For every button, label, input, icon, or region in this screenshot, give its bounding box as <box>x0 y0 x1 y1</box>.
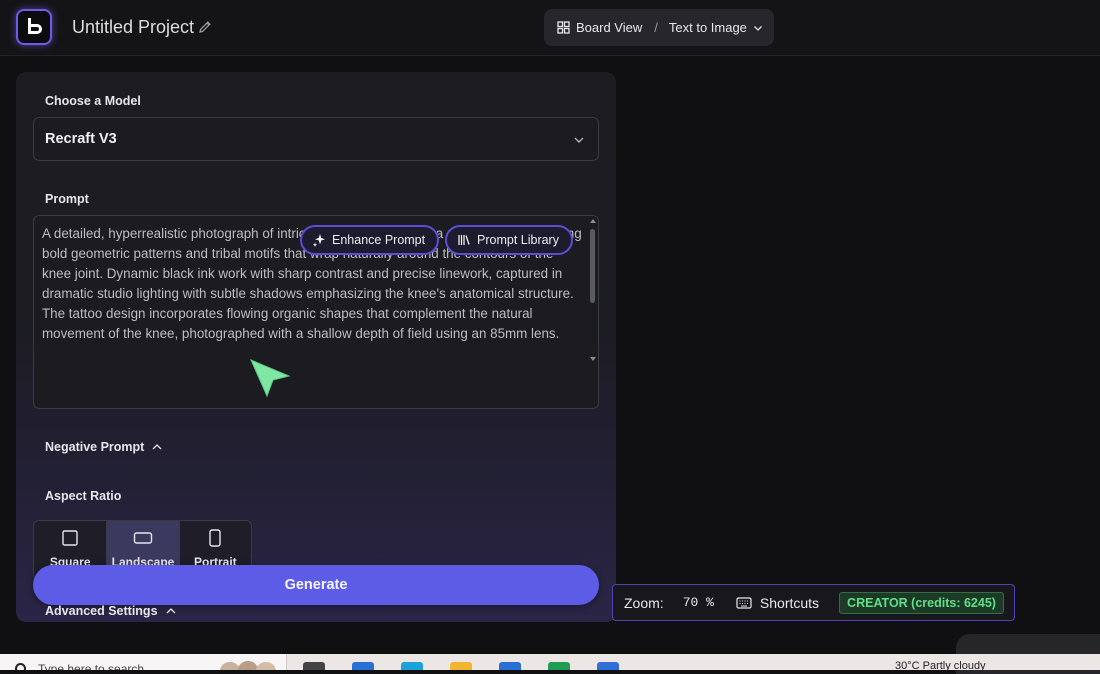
negative-prompt-toggle[interactable]: Negative Prompt <box>45 440 163 454</box>
taskbar-search[interactable]: Type here to search <box>0 654 287 670</box>
prompt-library-button[interactable]: Prompt Library <box>445 225 573 255</box>
chevron-up-icon <box>166 608 175 614</box>
mouse-pointer-icon <box>250 359 291 398</box>
advanced-settings-label: Advanced Settings <box>45 604 158 618</box>
keyboard-icon <box>736 596 752 609</box>
canvas-status-bar: Zoom: 70 % Shortcuts CREATOR (credits: 6… <box>612 584 1015 621</box>
aspect-ratio-label: Aspect Ratio <box>45 489 122 503</box>
generation-panel: Choose a Model Recraft V3 Prompt A detai… <box>16 72 616 622</box>
whatsapp-icon[interactable] <box>548 662 570 670</box>
task-view-icon[interactable] <box>303 662 325 670</box>
enhance-prompt-button[interactable]: Enhance Prompt <box>300 225 440 255</box>
negative-prompt-label: Negative Prompt <box>45 440 145 454</box>
sparkle-icon <box>312 234 325 247</box>
shortcuts-button[interactable]: Shortcuts <box>760 595 819 611</box>
store-icon[interactable] <box>499 662 521 670</box>
app-logo[interactable] <box>16 9 52 45</box>
chevron-down-icon <box>753 25 762 31</box>
prompt-scrollbar[interactable] <box>589 219 596 361</box>
chevron-down-icon <box>574 137 584 143</box>
library-books-icon <box>458 235 470 245</box>
mode-label[interactable]: Text to Image <box>669 20 747 35</box>
edit-pencil-icon[interactable] <box>197 19 213 35</box>
browser-icon[interactable] <box>401 662 423 670</box>
model-label: Choose a Model <box>45 94 141 108</box>
project-title[interactable]: Untitled Project <box>72 17 194 38</box>
breadcrumb-separator: / <box>654 20 658 35</box>
edge-icon[interactable] <box>352 662 374 670</box>
scroll-up-arrow-icon[interactable] <box>590 219 596 223</box>
model-value: Recraft V3 <box>45 131 117 147</box>
search-icon <box>15 663 26 670</box>
generate-button[interactable]: Generate <box>33 565 599 605</box>
prompt-label: Prompt <box>45 192 89 206</box>
board-grid-icon <box>557 21 570 34</box>
enhance-prompt-label: Enhance Prompt <box>332 233 426 247</box>
advanced-settings-toggle[interactable]: Advanced Settings <box>45 604 177 618</box>
credits-badge[interactable]: CREATOR (credits: 6245) <box>839 591 1004 614</box>
landscape-icon <box>133 532 153 544</box>
view-mode-selector[interactable]: Board View / Text to Image <box>544 9 774 46</box>
top-bar: Untitled Project Board View / Text to Im… <box>0 0 1100 56</box>
square-icon <box>62 530 78 546</box>
logo-b-icon <box>28 18 42 34</box>
taskbar-search-placeholder: Type here to search <box>38 662 145 670</box>
scroll-thumb[interactable] <box>590 229 595 303</box>
zoom-label: Zoom: <box>624 594 664 611</box>
scroll-down-arrow-icon[interactable] <box>590 357 596 361</box>
app-icon[interactable] <box>597 662 619 670</box>
prompt-library-label: Prompt Library <box>477 233 559 247</box>
file-explorer-icon[interactable] <box>450 662 472 670</box>
os-taskbar: Type here to search 30°C Partly cloudy <box>0 654 1100 670</box>
chevron-up-icon <box>152 444 162 450</box>
board-view-label[interactable]: Board View <box>576 20 642 35</box>
search-highlight-illustration-icon <box>220 661 276 670</box>
portrait-icon <box>209 529 222 547</box>
weather-text[interactable]: 30°C Partly cloudy <box>895 660 986 670</box>
model-select[interactable]: Recraft V3 <box>33 117 599 161</box>
zoom-value[interactable]: 70 % <box>683 595 714 610</box>
